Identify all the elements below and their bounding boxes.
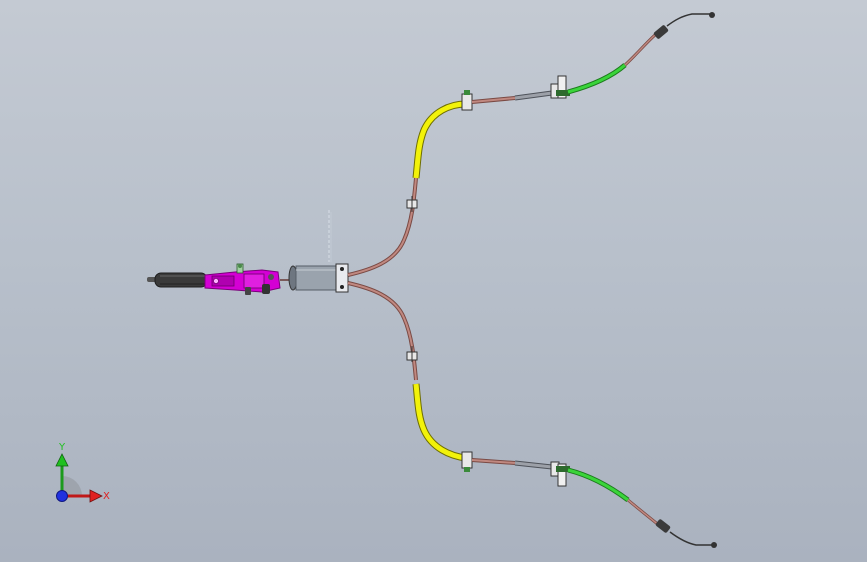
x-axis-label: X — [103, 491, 110, 502]
mount-bracket — [461, 93, 473, 111]
reference-triad[interactable]: Y X — [40, 436, 120, 516]
y-axis-label: Y — [58, 442, 66, 453]
handle-grip — [154, 272, 208, 288]
handle-assembly[interactable] — [147, 272, 208, 288]
graphics-viewport[interactable]: Y X — [0, 0, 867, 562]
equalizer-housing[interactable] — [288, 210, 349, 293]
lever-assembly[interactable] — [204, 263, 281, 295]
lower-cable-branch[interactable] — [347, 281, 717, 548]
upper-cable-branch[interactable] — [347, 12, 715, 277]
cad-model-view[interactable] — [0, 0, 867, 562]
z-axis-icon — [56, 490, 68, 502]
mount-bracket — [461, 451, 473, 469]
